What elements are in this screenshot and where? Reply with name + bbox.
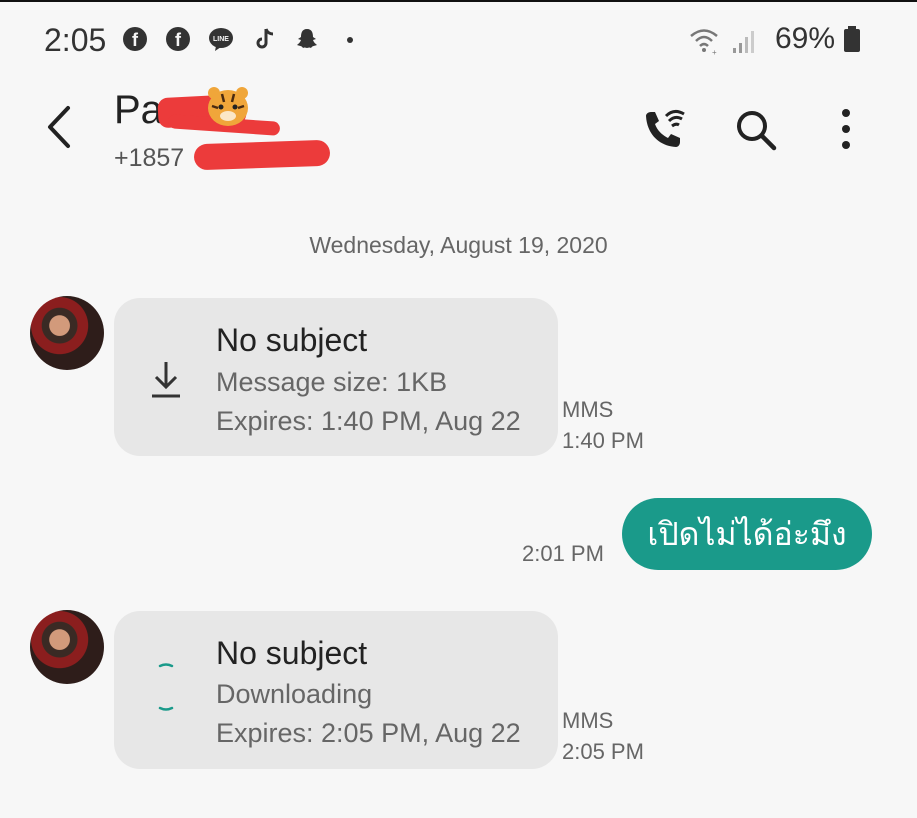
svg-text:LINE: LINE	[213, 36, 229, 43]
search-icon[interactable]	[734, 108, 778, 152]
svg-text:f: f	[132, 30, 139, 50]
dot-icon	[347, 37, 353, 43]
contact-number: +1857	[114, 144, 185, 172]
message-type: MMS	[562, 708, 614, 733]
status-bar: 2:05 f f LINE + 69%	[0, 0, 917, 80]
facebook-icon: f	[123, 27, 147, 51]
redaction-mark	[193, 139, 331, 171]
date-separator: Wednesday, August 19, 2020	[309, 232, 608, 258]
status-time: 2:05	[44, 22, 107, 58]
loading-spinner-icon	[158, 663, 174, 711]
svg-text:+: +	[712, 48, 717, 56]
contact-avatar[interactable]	[30, 296, 104, 370]
message-size: Message size: 1KB	[216, 367, 448, 397]
message-meta: MMS 1:40 PM	[562, 394, 644, 456]
contact-avatar[interactable]	[30, 610, 104, 684]
message-type: MMS	[562, 397, 614, 422]
message-meta: MMS 2:05 PM	[562, 705, 644, 767]
message-time: 1:40 PM	[562, 428, 644, 453]
download-status: Downloading	[216, 679, 373, 709]
back-arrow-icon[interactable]	[40, 102, 80, 152]
svg-text:f: f	[175, 30, 182, 50]
snapchat-icon	[297, 29, 317, 48]
sent-message-bubble[interactable]: เปิดไม่ได้อ่ะมึง	[622, 498, 872, 570]
line-icon: LINE	[209, 28, 233, 51]
signal-icon	[733, 31, 754, 53]
tiktok-icon	[256, 28, 274, 49]
message-subject: No subject	[216, 322, 368, 358]
battery-percentage: 69%	[775, 22, 836, 55]
battery-icon	[844, 26, 860, 52]
wifi-icon: +	[690, 29, 718, 56]
message-expiry: Expires: 2:05 PM, Aug 22	[216, 718, 521, 748]
download-icon[interactable]	[148, 358, 184, 400]
contact-name: Pa	[114, 88, 163, 132]
message-expiry: Expires: 1:40 PM, Aug 22	[216, 406, 521, 436]
message-time: 2:05 PM	[562, 739, 644, 764]
message-subject: No subject	[216, 635, 368, 671]
message-time: 2:01 PM	[522, 541, 604, 566]
wifi-call-icon[interactable]	[640, 104, 694, 154]
more-options-icon[interactable]	[834, 104, 858, 154]
facebook-icon: f	[166, 27, 190, 51]
tiger-emoji-icon	[208, 87, 248, 126]
